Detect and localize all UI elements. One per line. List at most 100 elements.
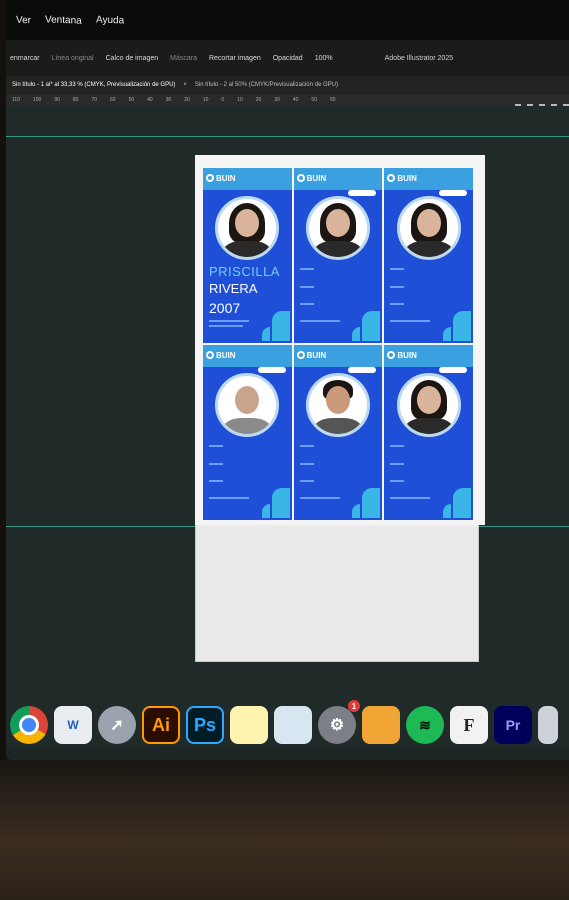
document-tabs: Sin título - 1 ai* al 33,33 % (CMYK, Pre… xyxy=(6,76,569,94)
text-line xyxy=(209,480,223,482)
brand-logo: BUIN xyxy=(296,348,329,362)
illustrator-icon[interactable]: Ai xyxy=(142,706,180,744)
original-line-option[interactable]: Línea original xyxy=(52,55,94,62)
usb-drive-icon[interactable] xyxy=(538,706,558,744)
menu-ver[interactable]: Ver xyxy=(16,14,31,26)
profile-photo xyxy=(396,373,461,437)
text-line xyxy=(299,320,340,322)
menu-bar: Ver Ventana Ayuda xyxy=(6,0,569,40)
word-icon[interactable]: W xyxy=(54,706,92,744)
text-line xyxy=(209,445,223,447)
text-line xyxy=(299,463,314,465)
ruler-tick: 60 xyxy=(110,97,116,103)
font-book-icon-label: F xyxy=(463,714,475,735)
horizontal-ruler: 110 100 90 80 70 60 50 40 30 20 10 0 10 … xyxy=(6,94,569,106)
brand-logo: BUIN xyxy=(387,171,419,185)
text-line xyxy=(209,325,243,327)
brand-name: BUIN xyxy=(397,350,417,360)
close-icon[interactable]: × xyxy=(183,82,187,88)
archive-icon[interactable] xyxy=(362,706,400,744)
id-card[interactable]: BUIN xyxy=(203,345,292,520)
card-chip xyxy=(257,367,286,373)
font-book-icon[interactable]: F xyxy=(450,706,488,744)
id-card[interactable]: BUIN xyxy=(293,168,383,343)
brand-logo: BUIN xyxy=(387,348,419,362)
id-card[interactable]: BUIN xyxy=(384,345,473,520)
spotify-icon[interactable]: ≋ xyxy=(406,706,444,744)
ruler-tick: 30 xyxy=(165,97,172,103)
decor-shape xyxy=(352,327,361,341)
id-card[interactable]: BUIN PRISCILLA RIVERA 2007 xyxy=(203,168,292,343)
text-line xyxy=(299,286,314,288)
text-line xyxy=(390,268,405,270)
logo-icon xyxy=(206,174,214,182)
menu-ayuda[interactable]: Ayuda xyxy=(96,14,124,26)
brand-name: BUIN xyxy=(306,350,327,360)
profile-photo xyxy=(396,196,461,260)
card-last-name: RIVERA xyxy=(209,281,258,296)
photoshop-icon[interactable]: Ps xyxy=(186,706,224,744)
image-trace-button[interactable]: Calco de imagen xyxy=(106,55,159,62)
settings-icon[interactable]: ⚙ 1 xyxy=(318,700,360,744)
brand-name: BUIN xyxy=(216,173,236,183)
logo-icon xyxy=(296,351,305,359)
brand-logo: BUIN xyxy=(206,171,238,185)
ruler-tick: 70 xyxy=(91,97,98,103)
card-first-name: PRISCILLA xyxy=(209,264,280,279)
text-line xyxy=(299,497,340,499)
decor-shape xyxy=(452,488,471,518)
chrome-icon[interactable] xyxy=(10,706,48,744)
card-chip xyxy=(438,367,467,373)
text-line xyxy=(299,480,314,482)
frame-button[interactable]: enmarcar xyxy=(10,55,40,62)
ruler-tick: 80 xyxy=(72,97,79,103)
text-line xyxy=(299,268,314,270)
text-line xyxy=(209,320,249,322)
crop-image-button[interactable]: Recortar imagen xyxy=(209,55,261,62)
decor-shape xyxy=(271,311,290,341)
ruler-tick: 110 xyxy=(12,97,20,103)
card-chip xyxy=(348,367,377,373)
text-line xyxy=(390,286,405,288)
card-chip xyxy=(438,190,467,196)
desk-surface xyxy=(0,760,569,900)
notes-icon[interactable] xyxy=(230,706,268,744)
decor-shape xyxy=(362,311,381,341)
tab-document-2[interactable]: Sin título - 2 al 50% (CMYK/Previsualiza… xyxy=(195,82,338,88)
decor-shape xyxy=(362,488,381,518)
ruler-tick: 30 xyxy=(274,97,280,103)
brand-name: BUIN xyxy=(397,173,417,183)
ruler-tick: 90 xyxy=(54,97,60,103)
brand-logo: BUIN xyxy=(206,348,238,362)
card-year: 2007 xyxy=(209,300,241,316)
decor-shape xyxy=(261,327,270,341)
launchpad-icon[interactable]: ➚ xyxy=(98,706,136,744)
text-line xyxy=(390,320,431,322)
profile-photo xyxy=(215,373,280,437)
menu-ventana[interactable]: Ventana xyxy=(45,14,82,26)
ruler-tick: 10 xyxy=(202,97,209,103)
mask-button[interactable]: Máscara xyxy=(170,55,197,62)
decor-shape xyxy=(442,504,451,518)
opacity-value[interactable]: 100% xyxy=(315,55,333,62)
id-card[interactable]: BUIN xyxy=(384,168,473,343)
id-card-grid: BUIN PRISCILLA RIVERA 2007 BUIN BUIN BUI… xyxy=(203,168,473,520)
ruler-tick: 20 xyxy=(255,97,262,103)
preview-icon[interactable] xyxy=(274,706,312,744)
text-line xyxy=(209,497,249,499)
decor-shape xyxy=(271,488,290,518)
text-line xyxy=(390,445,405,447)
profile-photo xyxy=(305,373,370,437)
photoshop-icon-label: Ps xyxy=(193,714,217,735)
text-line xyxy=(299,303,314,305)
decor-shape xyxy=(442,327,451,341)
id-card[interactable]: BUIN xyxy=(293,345,383,520)
dock: W ➚ Ai Ps ⚙ 1 ≋ F Pr xyxy=(0,680,569,770)
opacity-label: Opacidad xyxy=(272,54,303,62)
tab-document-1[interactable]: Sin título - 1 ai* al 33,33 % (CMYK, Pre… xyxy=(12,82,175,88)
ruler-tick: 40 xyxy=(147,97,153,103)
logo-icon xyxy=(206,351,214,359)
premiere-pro-icon-label: Pr xyxy=(505,717,521,733)
premiere-pro-icon[interactable]: Pr xyxy=(494,706,532,744)
logo-icon xyxy=(296,174,305,182)
